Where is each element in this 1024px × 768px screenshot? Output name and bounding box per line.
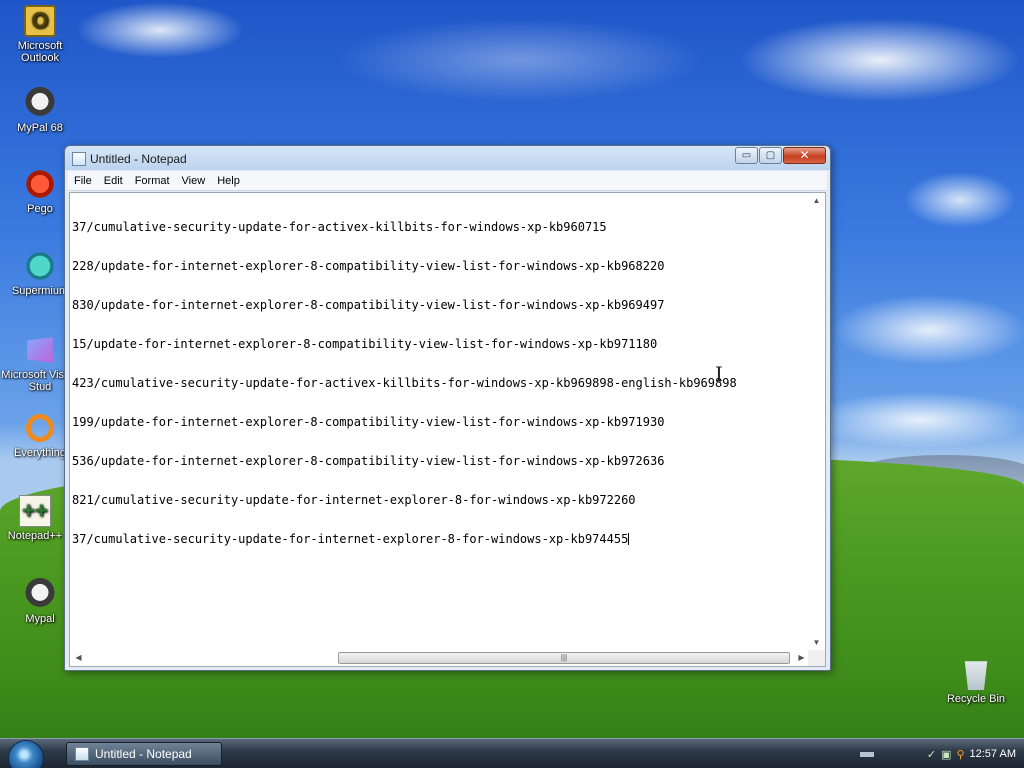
clock[interactable]: 12:57 AM (970, 748, 1016, 760)
desktop-icon-outlook[interactable]: O Microsoft Outlook (1, 5, 79, 64)
shield-tray-icon[interactable]: ✓ (927, 748, 936, 761)
desktop-icon-label: MyPal 68 (17, 122, 63, 134)
menu-edit[interactable]: Edit (98, 175, 129, 187)
menu-view[interactable]: View (176, 175, 212, 187)
text-line-last-content: 37/cumulative-security-update-for-intern… (72, 532, 629, 546)
horizontal-scroll-thumb[interactable]: ||| (338, 652, 790, 664)
maximize-button[interactable]: ▢ (759, 147, 782, 164)
text-line: 821/cumulative-security-update-for-inter… (72, 493, 636, 507)
editor-frame: 37/cumulative-security-update-for-active… (69, 192, 826, 667)
scroll-corner (808, 650, 825, 666)
everything-icon-wrap (24, 412, 56, 444)
text-line: 228/update-for-internet-explorer-8-compa… (72, 259, 665, 273)
text-editor[interactable]: 37/cumulative-security-update-for-active… (71, 194, 811, 652)
recycle-bin-icon (964, 661, 988, 690)
network-tray-icon[interactable]: ▣ (941, 748, 951, 761)
supermium-icon (24, 250, 56, 282)
text-line: 37/cumulative-security-update-for-active… (72, 220, 607, 234)
menu-format[interactable]: Format (129, 175, 176, 187)
visual-studio-icon (27, 337, 53, 363)
raccoon-icon (24, 87, 56, 119)
desktop-icon-recycle-bin[interactable]: Recycle Bin (937, 658, 1015, 705)
notepad-window[interactable]: Untitled - Notepad ▭ ▢ ✕ File Edit Forma… (64, 145, 831, 671)
notepad-icon (72, 152, 86, 166)
minimize-button[interactable]: ▭ (735, 147, 758, 164)
raccoon-icon (24, 578, 56, 610)
text-line: 423/cumulative-security-update-for-activ… (72, 376, 737, 390)
search-tray-icon[interactable]: ⚲ (956, 748, 964, 761)
ibeam-cursor-icon: I (715, 362, 723, 386)
window-title: Untitled - Notepad (90, 152, 187, 166)
text-line: 15/update-for-internet-explorer-8-compat… (72, 337, 658, 351)
close-button[interactable]: ✕ (783, 147, 826, 164)
menu-bar: File Edit Format View Help (68, 171, 827, 191)
scroll-up-icon[interactable]: ▲ (808, 193, 825, 209)
taskbar-button-notepad[interactable]: Untitled - Notepad (66, 742, 222, 766)
system-tray: ✓ ▣ ⚲ 12:57 AM (894, 739, 1024, 768)
menu-help[interactable]: Help (211, 175, 246, 187)
text-line-last: 37/cumulative-security-update-for-intern… (72, 533, 811, 546)
caption-buttons: ▭ ▢ ✕ (734, 147, 826, 164)
text-line: 199/update-for-internet-explorer-8-compa… (72, 415, 665, 429)
text-line: 536/update-for-internet-explorer-8-compa… (72, 454, 665, 468)
outlook-icon: O (24, 5, 56, 37)
horizontal-scrollbar[interactable]: ◀ ||| ▶ (70, 650, 810, 666)
text-caret (628, 533, 630, 545)
desktop-icon-label: Notepad++ (7, 530, 63, 542)
language-bar-icon[interactable] (860, 752, 874, 757)
desktop-icon-label: Recycle Bin (946, 693, 1006, 705)
text-line: 830/update-for-internet-explorer-8-compa… (72, 298, 665, 312)
scroll-left-icon[interactable]: ◀ (70, 650, 87, 666)
start-button[interactable] (8, 740, 44, 768)
menu-file[interactable]: File (68, 175, 98, 187)
notepadpp-icon: ++ (19, 495, 51, 527)
scroll-down-icon[interactable]: ▼ (808, 635, 825, 651)
notepad-icon (75, 747, 89, 761)
taskbar-button-label: Untitled - Notepad (95, 747, 192, 761)
desktop-icon-label: Microsoft Outlook (17, 40, 63, 64)
taskbar: Untitled - Notepad ✓ ▣ ⚲ 12:57 AM (0, 738, 1024, 768)
everything-icon (26, 414, 54, 442)
desktop-icon-notepadpp[interactable]: ++ Notepad++ (0, 495, 74, 542)
vertical-scrollbar[interactable]: ▲ ▼ (808, 193, 825, 651)
title-bar[interactable]: Untitled - Notepad ▭ ▢ ✕ (65, 146, 830, 171)
desktop-icon-mypal68[interactable]: MyPal 68 (1, 87, 79, 134)
pego-icon (24, 168, 56, 200)
